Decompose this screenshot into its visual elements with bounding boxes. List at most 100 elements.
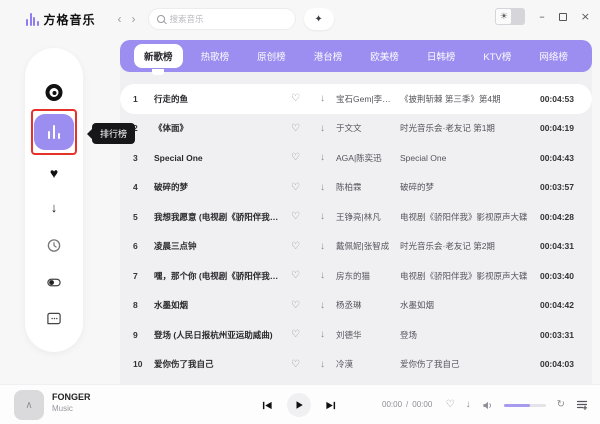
heart-icon: ♥ [50,165,58,181]
playlist-icon[interactable] [576,399,588,411]
tab-欧美榜[interactable]: 欧美榜 [360,44,409,68]
song-duration: 00:04:28 [539,212,574,222]
song-rank: 10 [133,359,154,369]
download-icon[interactable]: ↓ [309,359,336,370]
forward-button[interactable]: › [132,13,136,25]
time-separator: / [406,400,408,409]
download-icon[interactable]: ↓ [309,329,336,340]
like-icon[interactable]: ♡ [446,400,455,410]
close-button[interactable]: × [581,11,590,22]
song-title: 《体面》 [154,122,282,134]
song-title: 嘿，那个你 (电视剧《骄阳伴我》 … [154,270,282,282]
download-icon[interactable]: ↓ [309,123,336,134]
song-title: 登场 (人民日报杭州亚运助威曲) [154,329,282,341]
song-duration: 00:03:31 [539,330,574,340]
like-icon[interactable]: ♡ [282,93,309,104]
song-artist: 陈柏霖 [336,181,400,193]
tab-港台榜[interactable]: 港台榜 [304,44,353,68]
search-box[interactable] [148,8,296,30]
download-icon[interactable]: ↓ [466,400,471,410]
download-icon[interactable]: ↓ [309,211,336,222]
download-icon[interactable]: ↓ [309,93,336,104]
volume-slider[interactable] [504,404,546,407]
like-icon[interactable]: ♡ [282,123,309,134]
audio-bars-icon [26,13,39,26]
song-rank: 5 [133,212,154,222]
song-title: 爱你伤了我自己 [154,358,282,370]
back-button[interactable]: ‹ [118,13,122,25]
sidebar-item-history[interactable] [47,238,62,253]
song-title: 破碎的梦 [154,181,282,193]
tab-label: 新歌榜 [144,52,173,63]
song-artist: 王铮亮|林凡 [336,211,400,223]
sidebar-item-music-library[interactable] [46,84,63,101]
sun-icon: ☀ [496,9,511,24]
song-row[interactable]: 5 我想我愿意 (电视剧《骄阳伴我》 … ♡ ↓ 王铮亮|林凡 电视剧《骄阳伴我… [120,202,592,232]
song-row[interactable]: 3 Special One ♡ ↓ AGA|陈奕迅 Special One 00… [120,143,592,173]
download-icon[interactable]: ↓ [309,152,336,163]
download-icon[interactable]: ↓ [309,270,336,281]
time-total: 00:00 [412,400,432,409]
next-track-button[interactable] [325,400,336,411]
song-album: 破碎的梦 [400,181,539,193]
song-album: 电视剧《骄阳伴我》影视原声大碟 [400,211,539,223]
like-icon[interactable]: ♡ [282,300,309,311]
like-icon[interactable]: ♡ [282,359,309,370]
song-duration: 00:04:43 [539,153,574,163]
history-clock-icon [47,238,62,253]
song-row[interactable]: 6 凌晨三点钟 ♡ ↓ 戴佩妮|张智成 时光音乐会·老友记 第2期 00:04:… [120,232,592,262]
like-icon[interactable]: ♡ [282,211,309,222]
chart-tabbar: 新歌榜 热歌榜 原创榜 港台榜 欧美榜 日韩榜 KTV榜 网络榜 [120,40,592,72]
loop-icon[interactable]: ↻ [557,400,565,410]
song-rank: 9 [133,330,154,340]
theme-toggle[interactable]: ☀ [495,8,525,25]
minimize-button[interactable]: – [539,11,545,22]
download-icon[interactable]: ↓ [309,300,336,311]
maximize-button[interactable] [559,13,567,21]
song-album: 电视剧《骄阳伴我》影视原声大碟 [400,270,539,282]
sidebar-item-feedback[interactable] [47,311,62,326]
song-artist: 冷漠 [336,358,400,370]
song-row[interactable]: 4 破碎的梦 ♡ ↓ 陈柏霖 破碎的梦 00:03:57 [120,173,592,203]
song-row[interactable]: 1 行走的鱼 ♡ ↓ 宝石Gem|李… 《披荆斩棘 第三季》第4期 00:04:… [120,84,592,114]
tab-日韩榜[interactable]: 日韩榜 [417,44,466,68]
sidebar-item-favorites[interactable]: ♥ [50,165,58,181]
previous-icon [262,400,273,411]
tab-热歌榜[interactable]: 热歌榜 [191,44,240,68]
like-icon[interactable]: ♡ [282,182,309,193]
title-bar: 方格音乐 ‹ › ✦ ☀ – × [0,0,600,38]
previous-track-button[interactable] [262,400,273,411]
like-icon[interactable]: ♡ [282,329,309,340]
play-button[interactable] [287,393,311,417]
sidebar-item-ranking[interactable] [34,114,74,150]
tab-KTV榜[interactable]: KTV榜 [473,44,521,68]
tab-label: 欧美榜 [370,52,399,63]
song-row[interactable]: 7 嘿，那个你 (电视剧《骄阳伴我》 … ♡ ↓ 房东的猫 电视剧《骄阳伴我》影… [120,261,592,291]
time-display: 00:00 / 00:00 [382,400,432,409]
like-icon[interactable]: ♡ [282,270,309,281]
song-album: 《披荆斩棘 第三季》第4期 [400,93,539,105]
tab-网络榜[interactable]: 网络榜 [529,44,578,68]
download-icon[interactable]: ↓ [309,241,336,252]
sidebar-item-downloads[interactable]: ↓ [51,200,58,215]
search-input[interactable] [170,14,287,24]
like-icon[interactable]: ♡ [282,241,309,252]
like-icon[interactable]: ♡ [282,152,309,163]
song-album: Special One [400,153,539,163]
tab-新歌榜[interactable]: 新歌榜 [134,44,183,68]
ai-sparkle-button[interactable]: ✦ [304,8,334,30]
song-row[interactable]: 8 水墨如烟 ♡ ↓ 杨丞琳 水墨如烟 00:04:42 [120,291,592,321]
song-duration: 00:04:53 [539,94,574,104]
song-artist: 房东的猫 [336,270,400,282]
sidebar-item-visibility-toggle[interactable] [47,275,62,290]
tab-原创榜[interactable]: 原创榜 [247,44,296,68]
song-row[interactable]: 9 登场 (人民日报杭州亚运助威曲) ♡ ↓ 刘德华 登场 00:03:31 [120,320,592,350]
volume-icon[interactable] [482,400,493,411]
album-thumbnail[interactable]: ∧ [14,390,44,420]
song-row[interactable]: 10 爱你伤了我自己 ♡ ↓ 冷漠 爱你伤了我自己 00:04:03 [120,350,592,380]
song-row[interactable]: 2 《体面》 ♡ ↓ 于文文 时光音乐会·老友记 第1期 00:04:19 [120,114,592,144]
song-title: Special One [154,153,282,163]
song-artist: 于文文 [336,122,400,134]
download-icon[interactable]: ↓ [309,182,336,193]
song-rank: 4 [133,182,154,192]
